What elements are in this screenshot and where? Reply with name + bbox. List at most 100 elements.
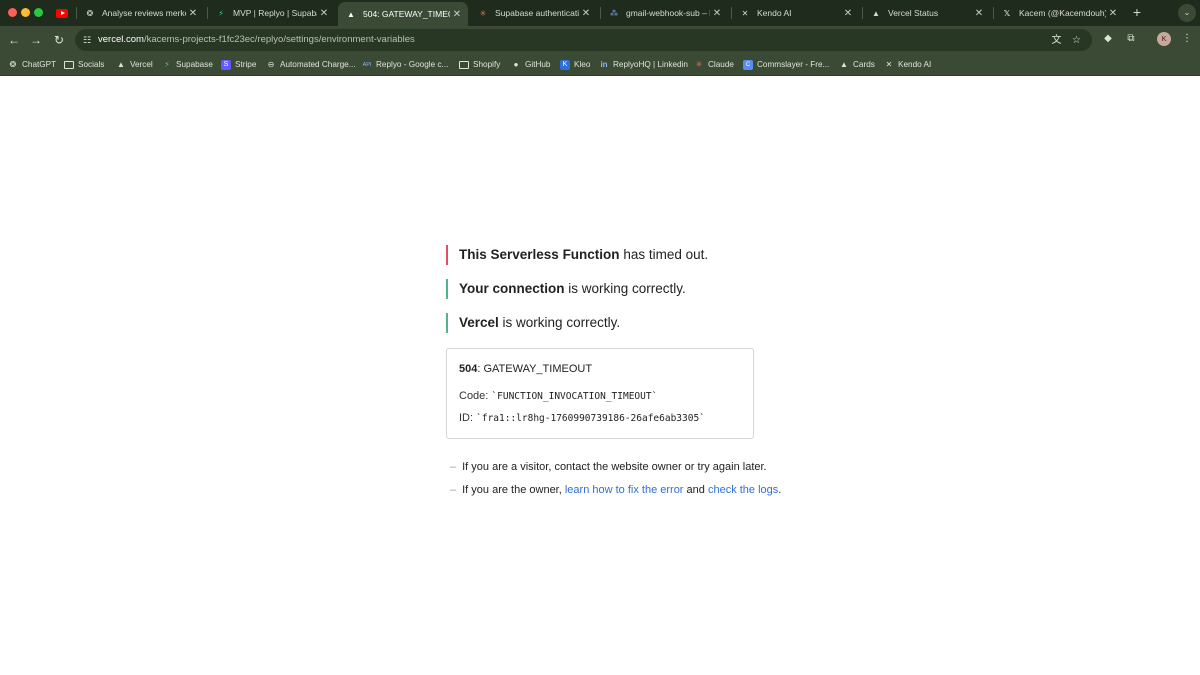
status-text: is working correctly. (564, 281, 686, 296)
function-timeout-line: This Serverless Function has timed out. (446, 245, 708, 265)
vercel-ok-line: Vercel is working correctly. (446, 313, 620, 333)
stripe-icon: S (221, 59, 231, 70)
tab-title: Analyse reviews merken (102, 8, 186, 18)
close-tab-icon[interactable]: ✕ (579, 8, 593, 19)
vercel-icon: ▲ (347, 9, 355, 19)
close-tab-icon[interactable]: ✕ (450, 9, 464, 20)
fix-error-link[interactable]: learn how to fix the error (565, 484, 684, 496)
tab-3-active[interactable]: ▲ 504: GATEWAY_TIMEOUT ✕ (338, 2, 468, 26)
error-status-heading: 504: GATEWAY_TIMEOUT (459, 363, 592, 375)
bookmark-stripe[interactable]: S Stripe (221, 58, 256, 71)
window-minimize-button[interactable] (21, 8, 30, 17)
status-text: has timed out. (619, 247, 709, 262)
forward-button[interactable]: → (27, 31, 45, 49)
status-subject: This Serverless Function (459, 247, 620, 262)
bookmark-kendo-ai[interactable]: ✕ Kendo AI (884, 58, 932, 71)
connection-ok-line: Your connection is working correctly. (446, 279, 686, 299)
bookmark-label: GitHub (525, 60, 551, 69)
tab-title: gmail-webhook-sub – P (626, 8, 710, 18)
close-tab-icon[interactable]: ✕ (710, 8, 724, 19)
tab-1[interactable]: ❂ Analyse reviews merken ✕ (76, 2, 204, 24)
api-icon: API (362, 61, 372, 68)
url-text[interactable]: vercel.com/kacems-projects-f1fc23ec/repl… (98, 34, 415, 45)
reload-button[interactable]: ↻ (50, 31, 68, 49)
window-maximize-button[interactable] (34, 8, 43, 17)
bookmark-linkedin[interactable]: in ReplyoHQ | Linkedin (599, 58, 688, 71)
kleo-icon: K (560, 59, 570, 70)
extension-icon[interactable]: ◆ (1101, 32, 1115, 46)
bookmark-folder-socials[interactable]: Socials (64, 58, 104, 71)
bookmark-chatgpt[interactable]: ❂ ChatGPT (8, 58, 57, 71)
bookmark-replyo-google[interactable]: API Replyo - Google c... (362, 58, 449, 71)
tab-title: Supabase authentication (495, 8, 579, 18)
bookmark-label: Supabase (176, 60, 213, 69)
kendo-icon: ✕ (885, 60, 893, 69)
profile-avatar[interactable]: K (1157, 32, 1171, 46)
tab-6[interactable]: ✕ Kendo AI ✕ (731, 2, 859, 24)
bookmark-label: Commslayer - Fre... (757, 60, 830, 69)
bookmark-kleo[interactable]: K Kleo (560, 58, 590, 71)
extensions-puzzle-icon[interactable]: ⧉ (1124, 32, 1138, 46)
bookmark-folder-shopify[interactable]: Shopify (459, 58, 500, 71)
error-status-code: 504 (459, 363, 478, 375)
bookmark-claude[interactable]: ✳ Claude (694, 58, 734, 71)
error-code-value: `FUNCTION_INVOCATION_TIMEOUT` (491, 391, 658, 402)
bookmark-label: Automated Charge... (280, 60, 356, 69)
back-button[interactable]: ← (5, 31, 23, 49)
error-id-value: `fra1::lr8hg-1760990739186-26afe6ab3305` (476, 413, 705, 424)
supabase-icon: ⚡ (218, 8, 224, 18)
tab-5[interactable]: ⁂ gmail-webhook-sub – P ✕ (600, 2, 728, 24)
tab-4[interactable]: ✳ Supabase authentication ✕ (470, 2, 597, 24)
bookmark-star-icon[interactable]: ☆ (1070, 34, 1083, 47)
window-close-button[interactable] (8, 8, 17, 17)
bookmark-label: ReplyoHQ | Linkedin (613, 60, 688, 69)
bookmark-label: ChatGPT (22, 60, 57, 69)
vercel-icon: ▲ (117, 60, 125, 69)
bookmark-vercel[interactable]: ▲ Vercel (116, 58, 153, 71)
link-icon: ⊖ (267, 60, 275, 69)
error-code-row: Code: `FUNCTION_INVOCATION_TIMEOUT` (459, 390, 657, 402)
close-tab-icon[interactable]: ✕ (972, 8, 986, 19)
url-host: vercel.com (98, 34, 144, 45)
close-tab-icon[interactable]: ✕ (186, 8, 200, 19)
bookmark-label: Vercel (130, 60, 153, 69)
tab-title: Vercel Status (888, 8, 939, 18)
translate-icon[interactable]: 文 (1050, 34, 1063, 47)
openai-icon: ❂ (86, 8, 94, 18)
status-subject: Vercel (459, 315, 499, 330)
bookmark-cards[interactable]: ▲ Cards (839, 58, 875, 71)
bookmark-supabase[interactable]: ⚡ Supabase (162, 58, 213, 71)
owner-hint-end: . (778, 484, 782, 496)
bookmark-label: Kendo AI (898, 60, 932, 69)
owner-hint-text: If you are the owner, (462, 484, 565, 496)
pinned-tab-youtube[interactable] (52, 4, 72, 22)
tab-7[interactable]: ▲ Vercel Status ✕ (862, 2, 990, 24)
bookmark-label: Socials (78, 60, 105, 69)
x-icon: 𝕏 (1003, 8, 1011, 18)
close-tab-icon[interactable]: ✕ (841, 8, 855, 19)
folder-icon (64, 60, 74, 70)
bookmark-commslayer[interactable]: C Commslayer - Fre... (743, 58, 829, 71)
kendo-icon: ✕ (741, 8, 749, 18)
check-logs-link[interactable]: check the logs (708, 484, 778, 496)
tab-title: Kacem (@Kacemdouh) / (1019, 8, 1106, 18)
tab-2[interactable]: ⚡ MVP | Replyo | Supabase ✕ (207, 2, 335, 24)
owner-hint: – If you are the owner, learn how to fix … (450, 484, 782, 496)
close-tab-icon[interactable]: ✕ (1106, 8, 1120, 19)
vercel-icon: ▲ (840, 60, 848, 69)
visitor-hint-text: If you are a visitor, contact the websit… (462, 461, 767, 473)
status-text: is working correctly. (498, 315, 621, 330)
address-bar[interactable]: ☷ vercel.com/kacems-projects-f1fc23ec/re… (75, 29, 1092, 51)
tab-8[interactable]: 𝕏 Kacem (@Kacemdouh) / ✕ (993, 2, 1124, 24)
bookmark-automated-charge[interactable]: ⊖ Automated Charge... (266, 58, 356, 71)
tab-search-button[interactable]: ⌄ (1178, 4, 1196, 22)
new-tab-button[interactable]: + (1129, 4, 1145, 20)
more-menu-icon[interactable]: ⋮ (1180, 32, 1194, 46)
site-settings-icon[interactable]: ☷ (81, 34, 93, 46)
gcp-icon: ⁂ (610, 8, 618, 18)
browser-toolbar: ← → ↻ ☷ vercel.com/kacems-projects-f1fc2… (0, 26, 1200, 53)
close-tab-icon[interactable]: ✕ (317, 8, 331, 19)
tab-title: MVP | Replyo | Supabase (233, 8, 317, 18)
visitor-hint: – If you are a visitor, contact the websi… (450, 461, 767, 473)
bookmark-github[interactable]: ● GitHub (511, 58, 551, 71)
